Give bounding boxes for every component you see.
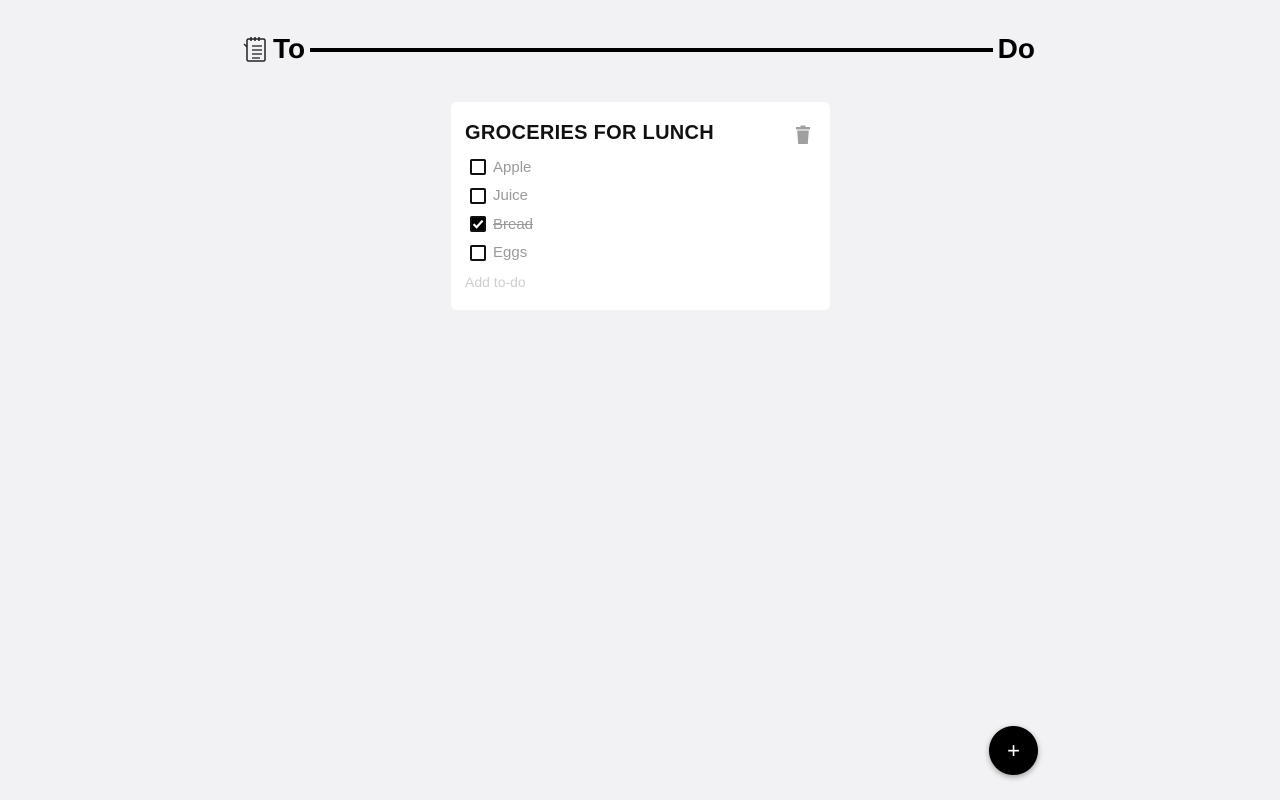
todo-card: GROCERIES FOR LUNCH Apple Juice Bread Eg… (451, 102, 830, 310)
notepad-icon (243, 35, 267, 63)
title-divider (310, 48, 993, 52)
list-item: Bread (470, 210, 533, 239)
add-todo-input[interactable] (465, 270, 805, 294)
trash-icon[interactable] (794, 125, 812, 145)
plus-icon: + (1007, 737, 1020, 763)
todo-checkbox[interactable] (470, 216, 486, 233)
title-to: To (273, 33, 306, 64)
todo-checkbox[interactable] (470, 187, 486, 204)
todo-label: Apple (493, 158, 532, 176)
list-item: Eggs (470, 239, 533, 268)
card-title: GROCERIES FOR LUNCH (465, 122, 715, 144)
app-header: To Do (243, 30, 1035, 68)
checkmark-icon (472, 220, 484, 230)
list-item: Apple (470, 153, 533, 182)
todo-checkbox[interactable] (470, 244, 486, 261)
todo-label: Bread (493, 215, 534, 233)
add-list-button[interactable]: + (989, 726, 1038, 775)
title-do: Do (997, 33, 1035, 64)
todo-checkbox[interactable] (470, 159, 486, 176)
todo-label: Juice (493, 187, 529, 205)
list-item: Juice (470, 182, 533, 211)
todo-list: Apple Juice Bread Eggs (470, 153, 533, 267)
todo-label: Eggs (493, 244, 528, 262)
